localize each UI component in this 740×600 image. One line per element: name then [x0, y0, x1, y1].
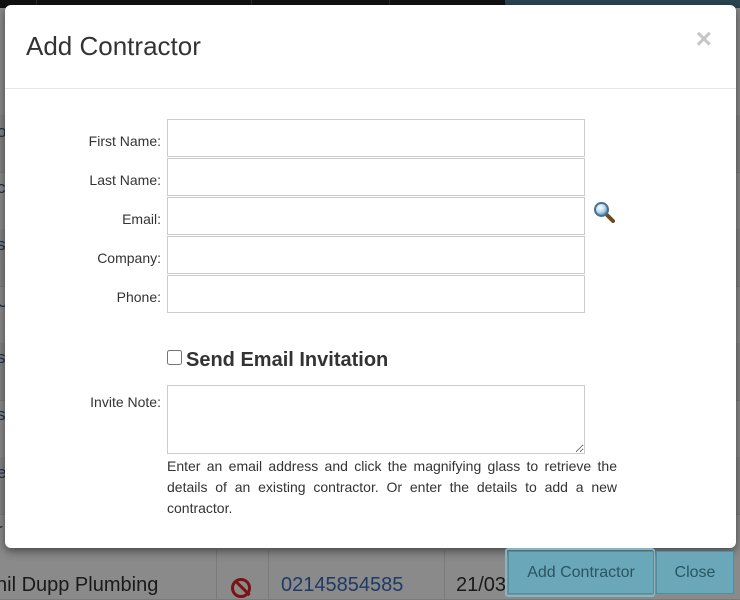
last-name-label: Last Name: — [89, 172, 161, 188]
magnifying-glass-icon[interactable] — [593, 201, 615, 223]
background-edge-text: r — [0, 520, 3, 540]
email-input[interactable] — [167, 197, 585, 235]
add-contractor-modal: Add Contractor × First Name: Last Name: … — [5, 5, 736, 548]
send-email-invitation-label[interactable]: Send Email Invitation — [186, 349, 388, 372]
close-icon[interactable]: × — [696, 25, 712, 53]
background-phone-link[interactable]: 02145854585 — [281, 574, 403, 597]
invite-note-label: Invite Note: — [90, 394, 161, 410]
background-company-cell: nil Dupp Plumbing — [0, 574, 159, 596]
background-column-divider — [216, 550, 217, 599]
email-label: Email: — [122, 211, 161, 227]
help-text: Enter an email address and click the mag… — [167, 458, 617, 516]
first-name-label: First Name: — [88, 133, 161, 149]
first-name-input[interactable] — [167, 119, 585, 157]
add-contractor-button[interactable]: Add Contractor — [508, 551, 654, 594]
invite-note-textarea[interactable] — [167, 385, 585, 454]
phone-input[interactable] — [167, 275, 585, 313]
last-name-input[interactable] — [167, 158, 585, 196]
send-email-invitation-checkbox[interactable] — [167, 350, 182, 365]
close-button[interactable]: Close — [656, 551, 734, 594]
background-date-cell: 21/03 — [456, 574, 507, 596]
company-label: Company: — [97, 250, 161, 266]
background-column-divider — [268, 550, 269, 599]
no-entry-icon[interactable] — [231, 578, 251, 598]
company-input[interactable] — [167, 236, 585, 274]
background-column-divider — [444, 550, 445, 599]
phone-label: Phone: — [116, 289, 161, 305]
modal-title: Add Contractor — [26, 31, 201, 61]
modal-header: Add Contractor × — [5, 5, 736, 89]
